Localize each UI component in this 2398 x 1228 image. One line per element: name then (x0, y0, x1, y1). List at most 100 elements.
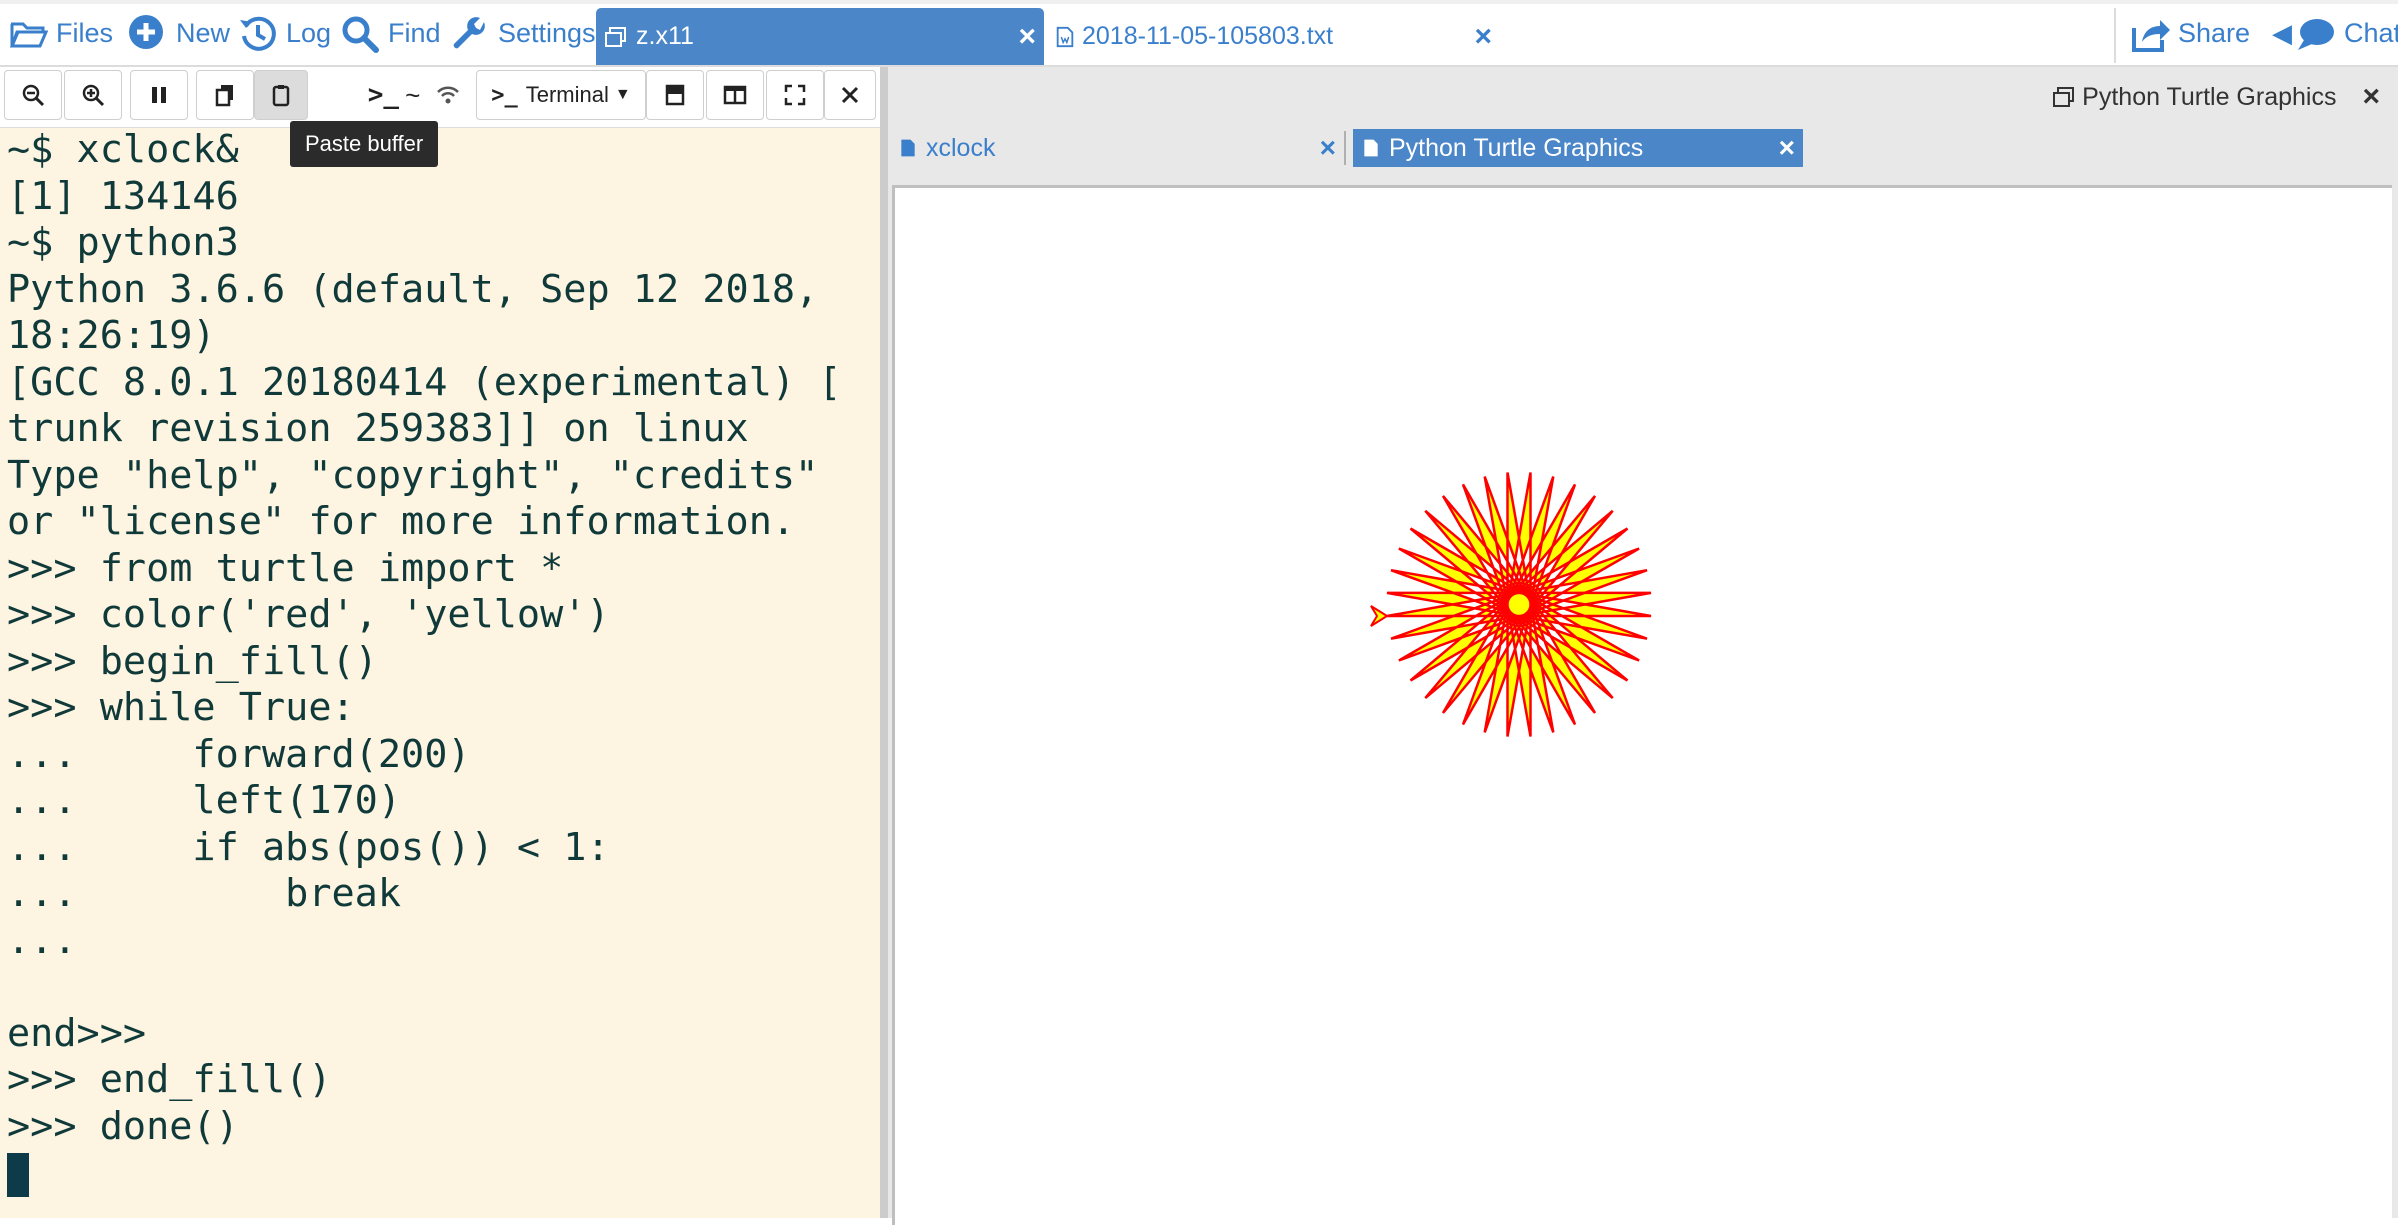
files-menu[interactable]: Files (8, 0, 113, 67)
terminal-line: ... if abs(pos()) < 1: (7, 824, 610, 870)
terminal-line: ... break (7, 871, 402, 916)
zoom-in-button[interactable] (64, 70, 122, 120)
terminal-line: >>> end_fill() (7, 1057, 332, 1102)
terminal-line: >>> color('red', 'yellow') (7, 592, 610, 637)
terminal-line: end>>> (7, 1010, 147, 1056)
terminal-line: trunk revision 259383]] on linux (7, 406, 749, 451)
tab-label: Python Turtle Graphics (1389, 133, 1644, 162)
terminal-line: [GCC 8.0.1 20180414 (experimental) [ (7, 359, 842, 405)
copy-icon (215, 85, 233, 107)
terminal-line: >>> while True: (7, 685, 355, 730)
clipboard-icon (272, 85, 290, 107)
plus-circle-icon (129, 14, 163, 49)
window-title: Python Turtle Graphics (2082, 82, 2337, 111)
terminal-line: ~$ python3 (7, 220, 239, 265)
close-icon[interactable]: × (1320, 132, 1336, 164)
share-icon (2132, 19, 2170, 52)
terminal-line: ... left(170) (7, 778, 402, 823)
terminal-line: [1] 134146 (7, 173, 239, 219)
tab-txt-file[interactable]: 2018-11-05-105803.txt × (1050, 8, 1500, 65)
close-icon[interactable]: × (1018, 20, 1036, 54)
graphics-pane: Python Turtle Graphics × xclock × Python… (888, 67, 2398, 1225)
tab-label: 2018-11-05-105803.txt (1082, 22, 1334, 50)
terminal-line: >>> begin_fill() (7, 638, 378, 684)
wrench-icon (453, 16, 485, 48)
zoom-out-button[interactable] (4, 70, 62, 120)
chat-button[interactable]: ◀ Chat (2272, 0, 2398, 67)
paste-buffer-tooltip: Paste buffer (290, 121, 439, 167)
tab-label: z.x11 (636, 22, 694, 50)
split-horizontal-button[interactable] (646, 70, 704, 120)
document-icon (901, 139, 915, 157)
split-horizontal-icon (665, 84, 685, 106)
graphics-tabs: xclock × Python Turtle Graphics × (888, 129, 2398, 173)
share-label: Share (2178, 18, 2251, 48)
document-icon (1056, 26, 1074, 47)
window-icon (2053, 87, 2075, 107)
files-label: Files (56, 18, 114, 48)
close-icon[interactable]: × (2362, 80, 2380, 114)
terminal-mode-dropdown[interactable]: >_ Terminal ▼ (476, 70, 646, 120)
tab-python-turtle[interactable]: Python Turtle Graphics × (1353, 129, 1803, 167)
cursor-line (7, 1150, 880, 1197)
folder-open-icon (9, 22, 48, 47)
log-label: Log (286, 18, 332, 48)
zoom-out-icon (22, 84, 45, 107)
terminal-line: ~$ xclock& (7, 127, 239, 172)
star-figure (1386, 472, 1652, 737)
turtle-drawing (1370, 472, 1652, 737)
wifi-icon (437, 86, 459, 104)
turtle-canvas[interactable] (892, 185, 2392, 1225)
close-icon[interactable]: × (1474, 20, 1492, 54)
log-menu[interactable]: Log (238, 0, 331, 67)
top-bar: Files New Log Find Settings z.x11 × 2018… (0, 0, 2398, 67)
terminal-cursor (7, 1152, 29, 1197)
paste-button[interactable] (254, 70, 308, 120)
terminal-toolbar: >_ ~ >_ Terminal ▼ (0, 67, 880, 128)
search-icon (342, 16, 379, 53)
mode-label: Terminal (525, 82, 609, 107)
pane-divider[interactable] (880, 67, 888, 1218)
close-terminal-button[interactable] (824, 70, 876, 120)
new-menu[interactable]: New (128, 0, 230, 67)
terminal-pane: >_ ~ >_ Terminal ▼ Paste buffer ~$ xcloc… (0, 67, 880, 1218)
turtle-cursor-icon (1370, 605, 1389, 627)
terminal-line: >>> from turtle import * (7, 545, 564, 591)
terminal-line: ... forward(200) (7, 731, 471, 777)
tab-z-x11[interactable]: z.x11 × (596, 8, 1044, 65)
caret-down-icon: ▼ (614, 86, 631, 103)
prompt-icon: >_ (491, 82, 518, 108)
tab-separator (1344, 131, 1346, 165)
share-button[interactable]: Share (2130, 0, 2250, 67)
close-icon[interactable]: × (1779, 132, 1795, 164)
connection-status (428, 70, 468, 120)
home-label: ~ (405, 79, 421, 110)
settings-menu[interactable]: Settings (450, 0, 596, 67)
home-dir-button[interactable]: >_ ~ (352, 70, 436, 120)
copy-button[interactable] (196, 70, 254, 120)
pause-icon (152, 87, 166, 103)
terminal-line: Python 3.6.6 (default, Sep 12 2018, (7, 266, 819, 312)
zoom-in-icon (82, 84, 105, 107)
terminal-line: Type "help", "copyright", "credits" (7, 452, 819, 498)
split-vertical-button[interactable] (706, 70, 764, 120)
star-path (1386, 472, 1652, 737)
divider (2114, 8, 2116, 63)
chat-bubble-icon (2298, 18, 2334, 50)
terminal-output[interactable]: ~$ xclock& [1] 134146 ~$ python3 Python 3.6… (0, 127, 880, 1217)
window-header: Python Turtle Graphics × (888, 67, 2398, 127)
history-icon (240, 16, 276, 51)
tab-label: xclock (926, 133, 996, 162)
terminal-line: or "license" for more information. (7, 499, 796, 544)
new-label: New (176, 18, 231, 48)
split-vertical-icon (723, 85, 747, 105)
expand-icon (784, 84, 806, 106)
find-label: Find (388, 18, 441, 48)
window-icon (605, 26, 626, 47)
tab-xclock[interactable]: xclock × (892, 129, 1344, 167)
find-menu[interactable]: Find (340, 0, 441, 67)
fullscreen-button[interactable] (766, 70, 824, 120)
chevron-left-icon: ◀ (2272, 18, 2292, 48)
pause-button[interactable] (130, 70, 188, 120)
